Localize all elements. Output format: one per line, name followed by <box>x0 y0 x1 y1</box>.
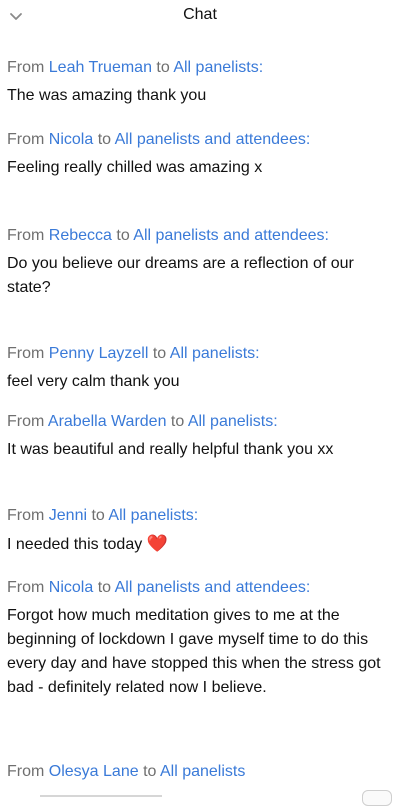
to-label: to <box>97 131 112 148</box>
message-text: I needed this today ❤️ <box>7 532 393 557</box>
from-label: From <box>7 227 45 244</box>
to-label: to <box>152 345 167 362</box>
recipient-colon: : <box>255 345 260 362</box>
recipient-name[interactable]: All panelists <box>173 59 258 76</box>
chat-message-list[interactable]: From Leah Trueman to All panelists: The … <box>0 34 400 786</box>
chat-message: From Arabella Warden to All panelists: I… <box>7 410 393 462</box>
recipient-colon: : <box>273 413 278 430</box>
sender-name[interactable]: Jenni <box>49 507 87 524</box>
message-meta: From Rebecca to All panelists and attend… <box>7 224 393 248</box>
message-meta: From Nicola to All panelists and attende… <box>7 576 393 600</box>
recipient-colon: : <box>324 227 329 244</box>
message-meta: From Nicola to All panelists and attende… <box>7 128 393 152</box>
heart-emoji-icon: ❤️ <box>146 534 168 553</box>
more-options-button[interactable] <box>362 790 392 806</box>
recipient-colon: : <box>305 131 311 148</box>
recipient-name[interactable]: All panelists <box>170 345 255 362</box>
sender-name[interactable]: Penny Layzell <box>49 345 149 362</box>
chat-message: From Jenni to All panelists: I needed th… <box>7 504 393 557</box>
message-text: Do you believe our dreams are a reflecti… <box>7 255 354 296</box>
message-text: The was amazing thank you <box>7 87 207 104</box>
message-body: I needed this today <box>7 536 143 553</box>
recipient-name[interactable]: All panelists <box>160 763 245 780</box>
from-label: From <box>7 413 45 430</box>
message-text: It was beautiful and really helpful than… <box>7 441 334 458</box>
sender-name[interactable]: Rebecca <box>49 227 112 244</box>
chat-message: From Olesya Lane to All panelists <box>7 760 393 784</box>
to-label: to <box>170 413 185 430</box>
message-meta: From Arabella Warden to All panelists: <box>7 410 393 434</box>
recipient-colon: : <box>258 59 264 76</box>
recipient-name[interactable]: All panelists and attendees <box>133 227 324 244</box>
sender-name[interactable]: Leah Trueman <box>49 59 152 76</box>
chat-header: Chat <box>0 0 400 34</box>
to-label: to <box>143 763 157 780</box>
sender-name[interactable]: Nicola <box>49 131 93 148</box>
recipient-name[interactable]: All panelists and attendees <box>115 579 306 596</box>
chat-title: Chat <box>183 6 217 23</box>
from-label: From <box>7 345 45 362</box>
recipient-name[interactable]: All panelists <box>108 507 193 524</box>
sender-name[interactable]: Nicola <box>49 579 93 596</box>
to-label: to <box>97 579 112 596</box>
recipient-colon: : <box>193 507 199 524</box>
message-text: Forgot how much meditation gives to me a… <box>7 607 381 696</box>
footer-divider <box>40 795 162 797</box>
chat-message: From Leah Trueman to All panelists: The … <box>7 56 393 108</box>
message-meta: From Jenni to All panelists: <box>7 504 393 528</box>
message-meta: From Leah Trueman to All panelists: <box>7 56 393 80</box>
sender-name[interactable]: Arabella Warden <box>48 413 167 430</box>
from-label: From <box>7 507 45 524</box>
from-label: From <box>7 579 45 596</box>
from-label: From <box>7 131 45 148</box>
from-label: From <box>7 763 45 780</box>
chat-message: From Nicola to All panelists and attende… <box>7 128 393 180</box>
message-text: feel very calm thank you <box>7 373 180 390</box>
chat-message: From Penny Layzell to All panelists: fee… <box>7 342 393 394</box>
from-label: From <box>7 59 45 76</box>
recipient-name[interactable]: All panelists and attendees <box>115 131 306 148</box>
to-label: to <box>91 507 105 524</box>
message-text: Feeling really chilled was amazing x <box>7 159 263 176</box>
sender-name[interactable]: Olesya Lane <box>49 763 139 780</box>
chat-message: From Nicola to All panelists and attende… <box>7 576 393 700</box>
to-label: to <box>116 227 130 244</box>
to-label: to <box>156 59 170 76</box>
message-meta: From Penny Layzell to All panelists: <box>7 342 393 366</box>
recipient-name[interactable]: All panelists <box>188 413 273 430</box>
message-meta: From Olesya Lane to All panelists <box>7 760 393 784</box>
chat-message: From Rebecca to All panelists and attend… <box>7 224 393 300</box>
recipient-colon: : <box>305 579 311 596</box>
